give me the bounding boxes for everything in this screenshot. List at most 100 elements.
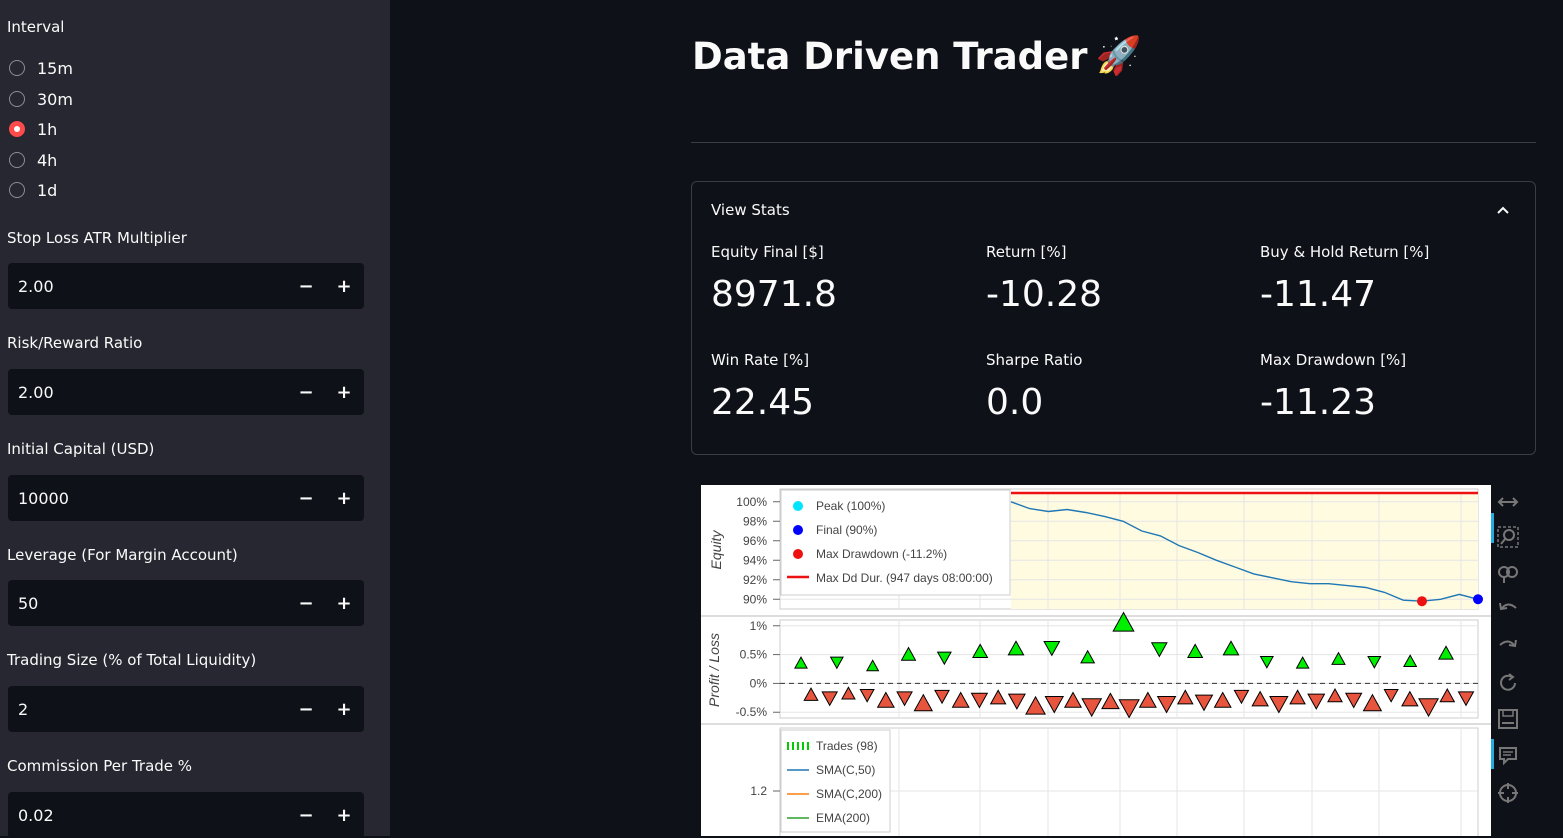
risk-reward-input[interactable] <box>8 369 278 415</box>
peak-legend-marker <box>793 501 803 511</box>
radio-label: 4h <box>37 150 58 170</box>
increment-button[interactable]: + <box>325 475 363 521</box>
reset-icon[interactable] <box>1496 671 1520 695</box>
decrement-button[interactable]: − <box>287 792 325 838</box>
risk-reward-label: Risk/Reward Ratio <box>7 334 143 352</box>
equity-legend: Peak (100%) Final (90%) Max Drawdown (-1… <box>780 489 1011 596</box>
pl-tick-label: -0.5% <box>736 705 768 719</box>
price-legend: Trades (98) SMA(C,50) SMA(C,200) EMA(200… <box>780 729 891 833</box>
legend-trades: Trades (98) <box>816 739 878 753</box>
crosshair-icon[interactable] <box>1496 781 1520 805</box>
rocket-icon: 🚀 <box>1095 34 1142 77</box>
radio-circle-selected[interactable] <box>9 121 25 137</box>
stop-loss-label: Stop Loss ATR Multiplier <box>7 229 187 247</box>
radio-circle[interactable] <box>9 182 25 198</box>
radio-option-30m[interactable]: 30m <box>9 88 73 110</box>
price-tick: 1.2 <box>750 784 767 798</box>
legend-max-drawdown: Max Drawdown (-11.2%) <box>816 547 947 561</box>
pan-icon[interactable] <box>1496 490 1520 514</box>
decrement-button[interactable]: − <box>287 580 325 626</box>
hover-icon[interactable] <box>1496 744 1520 768</box>
legend-sma200: SMA(C,200) <box>816 787 882 801</box>
wheel-zoom-icon[interactable] <box>1496 562 1520 586</box>
radio-label: 1d <box>37 180 58 200</box>
stats-expander-title[interactable]: View Stats <box>711 201 790 219</box>
increment-button[interactable]: + <box>325 580 363 626</box>
equity-panel: 100% 98% 96% 94% 92% 90% Equity Peak (100%) F… <box>708 488 1483 610</box>
page-title-text: Data Driven Trader <box>692 34 1088 78</box>
equity-tick-label: 96% <box>743 534 767 548</box>
metric-value: 0.0 <box>986 382 1044 423</box>
radio-option-4h[interactable]: 4h <box>9 149 57 171</box>
save-icon[interactable] <box>1496 707 1520 731</box>
pl-tick-label: 0% <box>750 676 768 690</box>
decrement-button[interactable]: − <box>287 369 325 415</box>
equity-tick-label: 98% <box>743 514 767 528</box>
pl-panel: 1% 0.5% 0% -0.5% Profit / Loss <box>706 611 1479 719</box>
radio-label: 1h <box>37 119 58 139</box>
increment-button[interactable]: + <box>325 263 363 309</box>
risk-reward-input-group: − + <box>8 369 364 415</box>
decrement-button[interactable]: − <box>287 686 325 732</box>
legend-peak: Peak (100%) <box>816 499 885 513</box>
active-tool-indicator <box>1491 739 1494 769</box>
radio-label: 15m <box>37 58 73 78</box>
drawdown-legend-marker <box>793 549 803 559</box>
decrement-button[interactable]: − <box>287 263 325 309</box>
leverage-input-group: − + <box>8 580 364 626</box>
metric-value: 22.45 <box>711 382 815 423</box>
divider <box>691 142 1536 143</box>
increment-button[interactable]: + <box>325 686 363 732</box>
metric-value: -10.28 <box>986 274 1103 315</box>
metric-value: -11.47 <box>1260 274 1377 315</box>
metric-label: Sharpe Ratio <box>986 351 1083 369</box>
radio-option-1h[interactable]: 1h <box>9 118 57 140</box>
equity-tick-labels: 100% 98% 96% 94% 92% 90% <box>736 495 780 606</box>
commission-input-group: − + <box>8 792 364 838</box>
active-tool-indicator <box>1491 513 1494 543</box>
backtest-plot: 100% 98% 96% 94% 92% 90% Equity Peak (100%) F… <box>701 485 1491 836</box>
final-legend-marker <box>793 525 803 535</box>
redo-icon[interactable] <box>1496 635 1520 659</box>
metric-label: Return [%] <box>986 243 1067 261</box>
undo-icon[interactable] <box>1496 598 1520 622</box>
pl-tick-labels: 1% 0.5% 0% -0.5% <box>736 619 780 719</box>
plot-toolbar <box>1491 485 1525 836</box>
price-panel: 1.2 Trades (98) SMA(C,50) SMA(C,200) EMA… <box>750 727 1479 836</box>
stats-expander: View Stats Equity Final [$] 8971.8 Retur… <box>691 181 1536 455</box>
equity-tick-label: 92% <box>743 573 767 587</box>
box-zoom-icon[interactable] <box>1496 525 1520 549</box>
legend-max-dd-duration: Max Dd Dur. (947 days 08:00:00) <box>816 571 993 585</box>
pl-tick-label: 0.5% <box>740 648 768 662</box>
radio-circle[interactable] <box>9 91 25 107</box>
initial-capital-input[interactable] <box>8 475 278 521</box>
commission-input[interactable] <box>8 792 278 838</box>
trading-size-label: Trading Size (% of Total Liquidity) <box>7 651 257 669</box>
radio-circle[interactable] <box>9 60 25 76</box>
interval-label: Interval <box>7 18 65 36</box>
radio-option-15m[interactable]: 15m <box>9 57 73 79</box>
metric-label: Equity Final [$] <box>711 243 824 261</box>
equity-tick-label: 90% <box>743 592 767 606</box>
equity-tick-label: 94% <box>743 553 767 567</box>
stop-loss-input[interactable] <box>8 263 278 309</box>
increment-button[interactable]: + <box>325 369 363 415</box>
radio-circle[interactable] <box>9 152 25 168</box>
increment-button[interactable]: + <box>325 792 363 838</box>
metric-label: Max Drawdown [%] <box>1260 351 1407 369</box>
trading-size-input-group: − + <box>8 686 364 732</box>
page-title: Data Driven Trader 🚀 <box>692 34 1142 78</box>
leverage-label: Leverage (For Margin Account) <box>7 546 238 564</box>
chevron-up-icon[interactable] <box>1493 200 1513 220</box>
decrement-button[interactable]: − <box>287 475 325 521</box>
trading-size-input[interactable] <box>8 686 278 732</box>
legend-ema200: EMA(200) <box>816 811 870 825</box>
metric-label: Win Rate [%] <box>711 351 810 369</box>
metric-value: -11.23 <box>1260 382 1377 423</box>
leverage-input[interactable] <box>8 580 278 626</box>
metric-value: 8971.8 <box>711 274 837 315</box>
initial-capital-label: Initial Capital (USD) <box>7 440 155 458</box>
final-marker <box>1473 594 1483 605</box>
radio-option-1d[interactable]: 1d <box>9 179 57 201</box>
legend-final: Final (90%) <box>816 523 877 537</box>
